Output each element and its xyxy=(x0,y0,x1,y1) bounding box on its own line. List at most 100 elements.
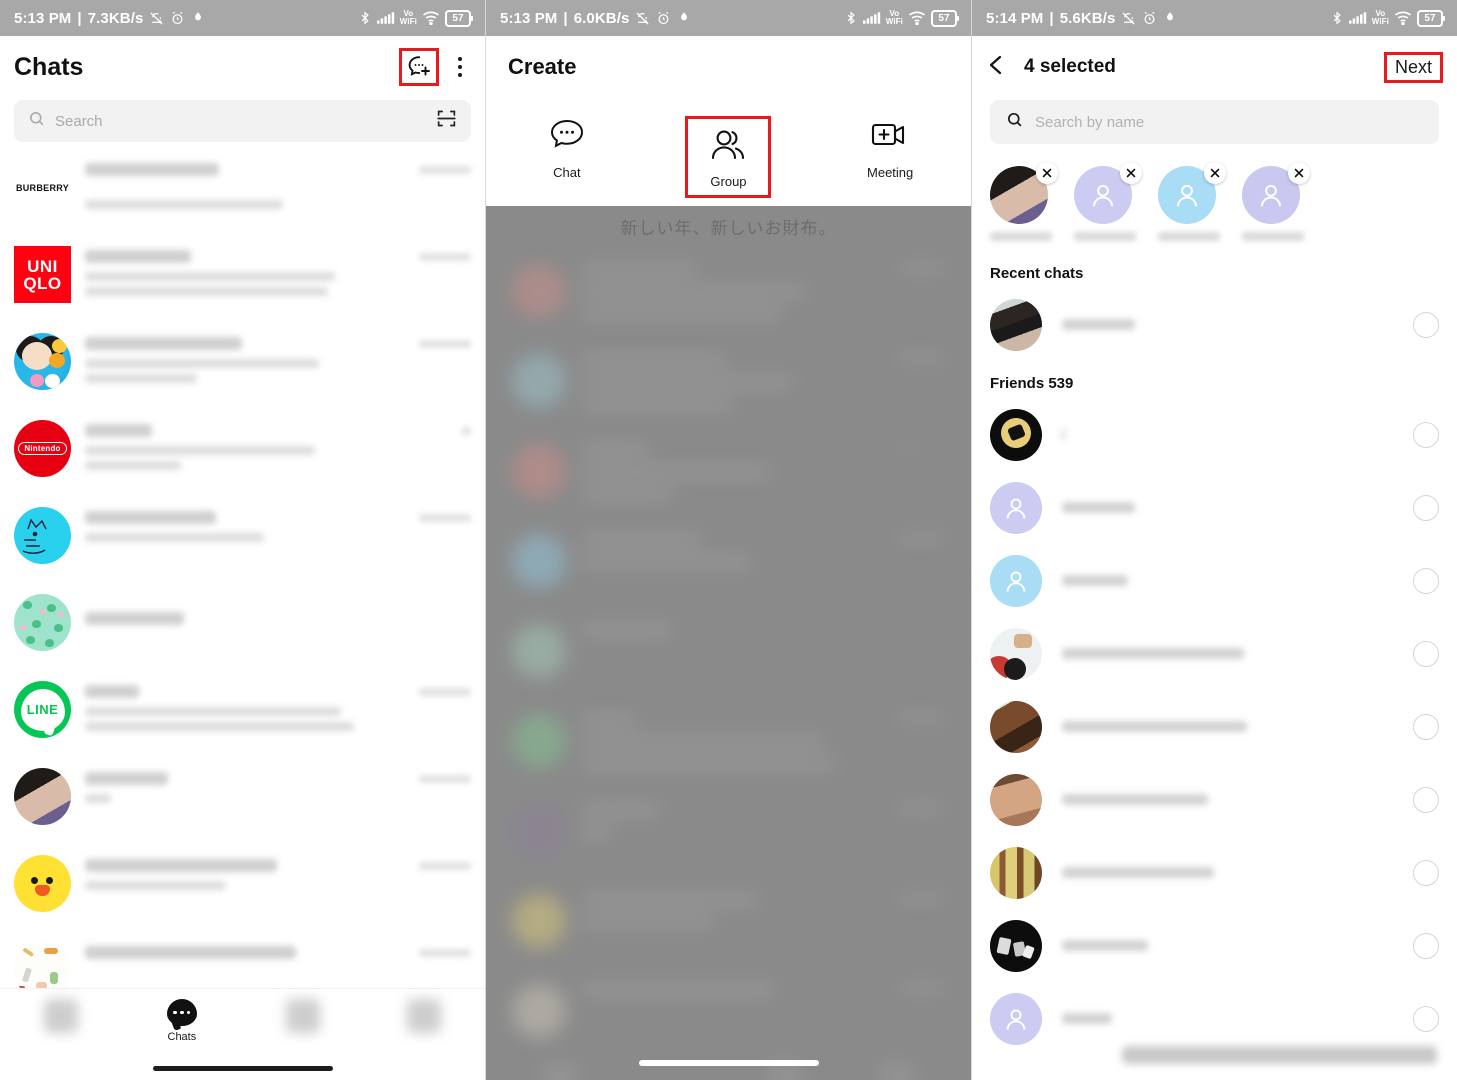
dimmed-chat-list-backdrop[interactable]: 新しい年、新しいお財布。 xyxy=(486,206,971,1080)
chat-snippet-redacted xyxy=(85,272,335,281)
list-item[interactable] xyxy=(972,544,1457,617)
close-icon[interactable] xyxy=(1204,162,1226,184)
home-tab[interactable] xyxy=(29,999,93,1033)
list-item[interactable] xyxy=(972,690,1457,763)
close-icon[interactable] xyxy=(1120,162,1142,184)
chip-name-redacted xyxy=(1074,232,1136,241)
search-icon xyxy=(28,110,45,132)
list-item[interactable] xyxy=(972,288,1457,361)
select-contact-radio[interactable] xyxy=(1413,567,1439,594)
select-contact-radio[interactable] xyxy=(1413,311,1439,338)
chat-preview xyxy=(85,159,405,215)
list-item[interactable] xyxy=(972,836,1457,909)
hat-photo xyxy=(990,627,1042,680)
status-bar-left: 5:13 PM | 6.0KB/s xyxy=(500,10,691,27)
tsum-tsum-photo xyxy=(14,333,71,390)
table-row[interactable] xyxy=(0,759,485,846)
table-row[interactable] xyxy=(0,585,485,672)
search-placeholder: Search xyxy=(55,112,103,130)
chevron-left-icon[interactable] xyxy=(986,53,1006,82)
tooltip-redacted xyxy=(1122,1046,1437,1064)
table-row[interactable]: Nintendo xyxy=(0,411,485,498)
select-contact-radio[interactable] xyxy=(1413,494,1439,521)
chat-snippet-redacted xyxy=(85,794,111,803)
chat-preview xyxy=(85,594,405,634)
next-button[interactable]: Next xyxy=(1383,51,1443,83)
more-vertical-icon[interactable] xyxy=(449,50,471,84)
chat-title-redacted xyxy=(85,163,220,176)
qr-scan-icon[interactable] xyxy=(436,108,457,134)
chat-title-redacted xyxy=(85,946,297,959)
chat-snippet-redacted xyxy=(85,461,181,470)
table-row[interactable]: UNI QLO xyxy=(0,237,485,324)
alarm-icon xyxy=(656,11,671,26)
select-contact-radio[interactable] xyxy=(1413,640,1439,667)
list-item[interactable] xyxy=(972,471,1457,544)
chat-time xyxy=(419,768,471,783)
table-row[interactable] xyxy=(0,498,485,585)
chat-title-redacted xyxy=(85,612,185,625)
default-person-icon xyxy=(990,554,1042,607)
do-not-disturb-icon xyxy=(677,11,691,25)
create-chat-label: Chat xyxy=(553,165,581,180)
select-contact-radio[interactable] xyxy=(1413,786,1439,813)
close-icon[interactable] xyxy=(1288,162,1310,184)
select-contact-radio[interactable] xyxy=(1413,1005,1439,1032)
search-icon xyxy=(1006,111,1023,133)
new-chat-button[interactable] xyxy=(399,48,439,86)
create-meeting-button[interactable]: Meeting xyxy=(847,116,933,198)
table-row[interactable] xyxy=(0,846,485,933)
list-item[interactable] xyxy=(972,398,1457,471)
table-row[interactable] xyxy=(0,324,485,411)
chat-snippet-redacted xyxy=(85,446,316,455)
wallet-icon xyxy=(407,999,442,1033)
select-contact-radio[interactable] xyxy=(1413,713,1439,740)
status-time: 5:13 PM xyxy=(14,9,72,27)
list-item[interactable] xyxy=(972,982,1457,1055)
friends-heading: Friends 539 xyxy=(990,375,1074,392)
appbar-actions xyxy=(399,48,471,86)
battery-icon: 57 xyxy=(1417,9,1445,27)
cat-drawing-photo xyxy=(14,507,71,564)
bluetooth-icon xyxy=(1330,10,1344,26)
chip-name-redacted xyxy=(1242,232,1304,241)
chats-tab[interactable]: Chats xyxy=(150,999,214,1043)
alarm-icon xyxy=(170,11,185,26)
status-network-speed: 7.3KB/s xyxy=(87,9,144,27)
chat-time xyxy=(419,507,471,522)
chat-title-redacted xyxy=(85,337,242,350)
selected-member-4[interactable] xyxy=(1242,162,1310,241)
wifi-icon xyxy=(908,11,926,25)
search-input[interactable]: Search xyxy=(14,100,471,142)
search-by-name-input[interactable]: Search by name xyxy=(990,100,1439,144)
search-by-name-placeholder: Search by name xyxy=(1035,113,1145,131)
battery-icon: 57 xyxy=(931,9,959,27)
contact-name-redacted xyxy=(1062,940,1393,951)
create-group-label: Group xyxy=(710,174,747,189)
chat-title-redacted xyxy=(85,859,277,872)
masked-person-photo xyxy=(990,298,1042,351)
select-contact-radio[interactable] xyxy=(1413,932,1439,959)
autumn-trees-photo xyxy=(990,846,1042,899)
table-row[interactable]: LINE xyxy=(0,672,485,759)
select-contact-radio[interactable] xyxy=(1413,421,1439,448)
selected-member-3[interactable] xyxy=(1158,162,1226,241)
create-chat-button[interactable]: Chat xyxy=(524,116,610,198)
chat-snippet-redacted xyxy=(85,287,329,296)
selected-member-1[interactable] xyxy=(990,162,1058,241)
status-bar: 5:13 PM | 7.3KB/s Vo WiFi 57 xyxy=(0,0,485,36)
status-bar-left: 5:14 PM | 5.6KB/s xyxy=(986,10,1177,27)
selected-member-2[interactable] xyxy=(1074,162,1142,241)
select-contact-radio[interactable] xyxy=(1413,859,1439,886)
list-item[interactable] xyxy=(972,617,1457,690)
create-group-button[interactable]: Group xyxy=(685,116,772,198)
list-item[interactable] xyxy=(972,909,1457,982)
plush-toy-photo xyxy=(14,768,71,825)
signal-bars-icon xyxy=(862,11,881,25)
table-row[interactable]: BURBERRY xyxy=(0,150,485,237)
voom-tab[interactable] xyxy=(271,999,335,1033)
close-icon[interactable] xyxy=(1036,162,1058,184)
status-network-speed: 5.6KB/s xyxy=(1059,9,1116,27)
wallet-tab[interactable] xyxy=(392,999,456,1033)
list-item[interactable] xyxy=(972,763,1457,836)
